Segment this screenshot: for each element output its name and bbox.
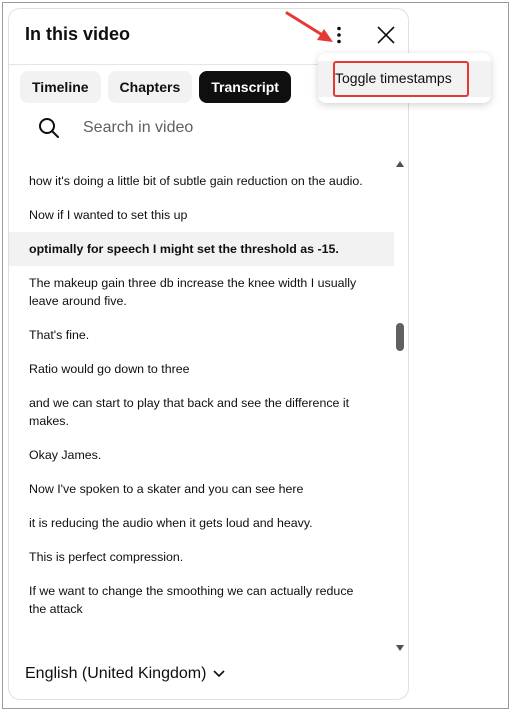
transcript-segment[interactable]: Now I've spoken to a skater and you can … <box>9 472 394 506</box>
transcript-segment[interactable]: and we can start to play that back and s… <box>9 386 394 438</box>
chevron-down-icon <box>213 670 225 678</box>
search-input[interactable] <box>81 118 375 138</box>
language-selector[interactable]: English (United Kingdom) <box>25 665 226 683</box>
transcript-segment[interactable]: The makeup gain three db increase the kn… <box>9 266 394 318</box>
scrollbar-thumb[interactable] <box>396 323 404 351</box>
transcript-segment[interactable]: Okay James. <box>9 438 394 472</box>
transcript-segment[interactable]: it is reducing the audio when it gets lo… <box>9 506 394 540</box>
tab-chapters[interactable]: Chapters <box>107 71 193 103</box>
tab-transcript[interactable]: Transcript <box>199 71 291 103</box>
annotation-arrow-icon <box>285 11 333 42</box>
transcript-segment[interactable]: Now if I wanted to set this up <box>9 198 394 232</box>
language-label: English (United Kingdom) <box>25 665 207 682</box>
close-icon <box>377 26 395 44</box>
search-bar <box>37 113 377 143</box>
annotation-highlight-box <box>333 61 469 97</box>
scroll-down-arrow-icon[interactable] <box>396 645 404 651</box>
scroll-up-arrow-icon[interactable] <box>396 161 404 167</box>
transcript-segment[interactable]: If we want to change the smoothing we ca… <box>9 574 394 626</box>
transcript-scrollbar[interactable] <box>395 161 407 651</box>
transcript-segment[interactable]: That's fine. <box>9 318 394 352</box>
close-button[interactable] <box>373 22 399 48</box>
transcript-list: how it's doing a little bit of subtle ga… <box>9 164 394 656</box>
transcript-segment[interactable]: This is perfect compression. <box>9 540 394 574</box>
panel-title: In this video <box>25 24 131 44</box>
transcript-segment-active[interactable]: optimally for speech I might set the thr… <box>9 232 394 266</box>
tab-chips: Timeline Chapters Transcript <box>20 71 291 103</box>
in-this-video-panel: In this video Timeline Chapters Transcri… <box>8 8 409 700</box>
transcript-segment[interactable]: how it's doing a little bit of subtle ga… <box>9 164 394 198</box>
search-icon[interactable] <box>37 116 61 140</box>
tab-timeline[interactable]: Timeline <box>20 71 101 103</box>
transcript-segment[interactable]: Ratio would go down to three <box>9 352 394 386</box>
